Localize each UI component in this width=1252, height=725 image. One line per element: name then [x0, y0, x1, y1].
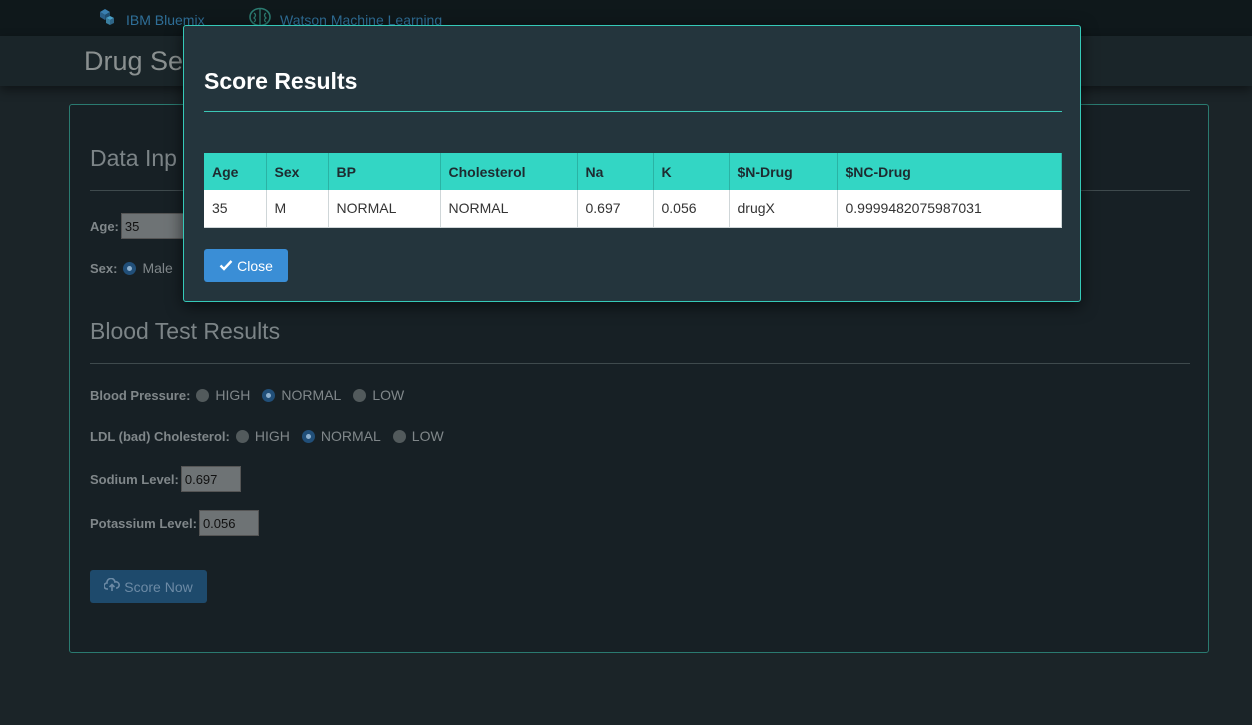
age-row: Age: 35 — [90, 213, 191, 239]
chol-high-label: HIGH — [254, 428, 290, 444]
bp-normal-radio[interactable] — [262, 388, 276, 402]
data-input-heading: Data Inp — [90, 145, 177, 171]
column-header: Cholesterol — [440, 153, 578, 190]
potassium-input[interactable]: 0.056 — [198, 510, 259, 536]
close-label: Close — [237, 257, 273, 274]
column-header: Age — [204, 153, 267, 190]
score-now-button[interactable]: Score Now — [90, 570, 207, 603]
column-header: BP — [328, 153, 441, 190]
close-button[interactable]: Close — [204, 249, 288, 282]
modal-divider — [204, 111, 1062, 112]
chol-normal-radio[interactable] — [301, 429, 315, 443]
sex-male-radio[interactable] — [123, 261, 137, 275]
table-cell: NORMAL — [328, 190, 441, 228]
results-table: Age Sex BP Cholesterol Na K $N-Drug $NC-… — [204, 153, 1062, 228]
chol-low-radio[interactable] — [392, 429, 406, 443]
bluemix-cubes-icon — [96, 6, 118, 33]
chol-low-label: LOW — [411, 428, 444, 444]
table-cell: 35 — [204, 190, 267, 228]
table-cell: 0.056 — [653, 190, 730, 228]
score-results-modal: Score Results Age Sex BP Cholesterol Na … — [183, 25, 1081, 302]
potassium-row: Potassium Level: 0.056 — [90, 510, 259, 536]
column-header: $NC-Drug — [837, 153, 1062, 190]
chol-high-radio[interactable] — [235, 429, 249, 443]
sex-male-label: Male — [142, 260, 173, 276]
bp-low-radio[interactable] — [353, 388, 367, 402]
blood-pressure-row: Blood Pressure: HIGH NORMAL LOW — [90, 387, 410, 403]
bp-low-label: LOW — [372, 387, 405, 403]
blood-test-heading: Blood Test Results — [90, 318, 281, 344]
bp-high-radio[interactable] — [196, 388, 210, 402]
sex-label: Sex: — [90, 260, 118, 276]
bp-high-label: HIGH — [215, 387, 251, 403]
page-title: Drug Se — [84, 46, 184, 76]
column-header: Sex — [266, 153, 329, 190]
potassium-label: Potassium Level: — [90, 515, 197, 531]
table-cell: NORMAL — [440, 190, 578, 228]
bp-label: Blood Pressure: — [90, 387, 191, 403]
modal-title: Score Results — [204, 68, 358, 94]
column-header: K — [653, 153, 730, 190]
sodium-row: Sodium Level: 0.697 — [90, 466, 241, 492]
sodium-label: Sodium Level: — [90, 471, 179, 487]
table-row: 35 M NORMAL NORMAL 0.697 0.056 drugX 0.9… — [204, 190, 1062, 228]
check-icon — [219, 258, 233, 274]
table-header-row: Age Sex BP Cholesterol Na K $N-Drug $NC-… — [204, 153, 1062, 190]
column-header: $N-Drug — [729, 153, 838, 190]
sex-row: Sex: Male — [90, 260, 179, 276]
sodium-input[interactable]: 0.697 — [180, 466, 241, 492]
cholesterol-label: LDL (bad) Cholesterol: — [90, 428, 230, 444]
table-cell: drugX — [729, 190, 838, 228]
table-cell: 0.9999482075987031 — [837, 190, 1062, 228]
column-header: Na — [577, 153, 654, 190]
divider — [90, 363, 1190, 364]
score-now-label: Score Now — [124, 578, 193, 595]
cholesterol-row: LDL (bad) Cholesterol: HIGH NORMAL LOW — [90, 428, 450, 444]
age-label: Age: — [90, 218, 119, 234]
chol-normal-label: NORMAL — [320, 428, 381, 444]
bp-normal-label: NORMAL — [281, 387, 342, 403]
cloud-upload-icon — [103, 577, 121, 595]
table-cell: M — [266, 190, 329, 228]
age-input[interactable]: 35 — [120, 213, 191, 239]
table-cell: 0.697 — [577, 190, 654, 228]
